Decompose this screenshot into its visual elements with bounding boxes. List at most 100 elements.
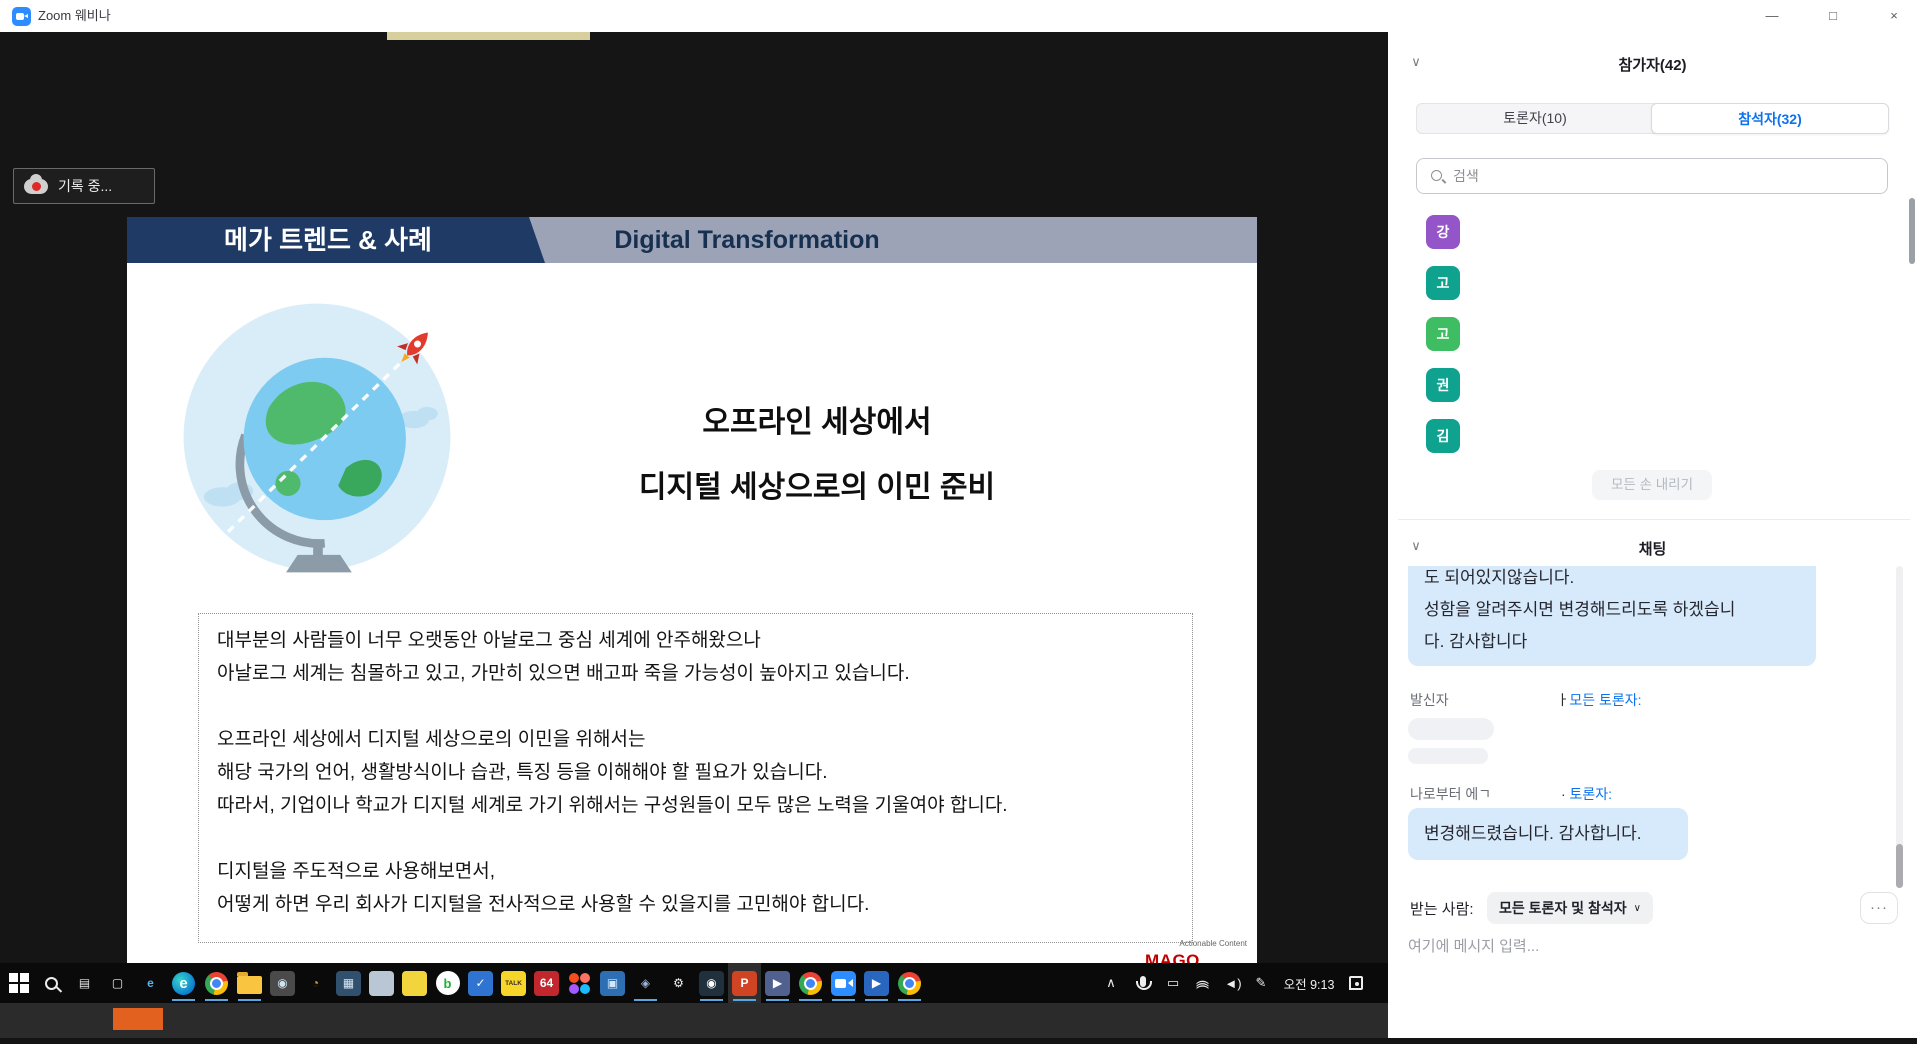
calculator-button[interactable]: ▦ xyxy=(332,963,365,1003)
participants-tabs: 토론자(10) 참석자(32) xyxy=(1416,103,1888,134)
task-view-icon: ▤ xyxy=(72,971,97,996)
chrome-app-button[interactable] xyxy=(794,963,827,1003)
slide-body-line: 아날로그 세계는 침몰하고 있고, 가만히 있으면 배고파 죽을 가능성이 높아… xyxy=(217,657,1174,690)
band-app-icon: b xyxy=(436,971,460,995)
chat-recipient-link[interactable]: 토론자: xyxy=(1570,786,1613,802)
band-app-button[interactable]: b xyxy=(431,963,464,1003)
calculator-icon: ▦ xyxy=(336,971,361,996)
participant-row[interactable]: 고 xyxy=(1426,261,1886,305)
participant-avatar: 권 xyxy=(1426,368,1460,402)
figma-button[interactable] xyxy=(563,963,596,1003)
chat-scrollbar-track[interactable] xyxy=(1896,566,1903,888)
alarm-app-button[interactable]: ◔ xyxy=(299,963,332,1003)
tab-panelists[interactable]: 토론자(10) xyxy=(1417,104,1653,133)
display-tray-icon[interactable]: ▭ xyxy=(1160,963,1186,1003)
slide-body-line: 따라서, 기업이나 학교가 디지털 세계로 가기 위해서는 구성원들이 모두 많… xyxy=(217,789,1174,822)
chat-recipient-link[interactable]: 모든 토론자: xyxy=(1569,692,1641,708)
photos-app-button[interactable]: ▣ xyxy=(596,963,629,1003)
virtualbox-button[interactable]: ◈ xyxy=(629,963,662,1003)
internet-explorer-icon: e xyxy=(138,971,163,996)
compose-to-label: 받는 사람: xyxy=(1410,898,1474,919)
slide-body-line: 해당 국가의 언어, 생활방식이나 습관, 특징 등을 이해해야 할 필요가 있… xyxy=(217,756,1174,789)
maximize-button[interactable]: □ xyxy=(1810,0,1856,32)
movies-tv-icon: ▶ xyxy=(864,971,889,996)
search-button[interactable] xyxy=(35,963,68,1003)
participant-row[interactable]: 권 xyxy=(1426,363,1886,407)
wifi-tray-icon[interactable]: ((( xyxy=(1190,963,1216,1003)
chat-message-input[interactable] xyxy=(1408,932,1828,960)
slide-body-line xyxy=(217,822,1174,855)
chart-app-button[interactable]: ✓ xyxy=(464,963,497,1003)
notes-app-button[interactable] xyxy=(365,963,398,1003)
speaker-tray-icon[interactable]: ◄) xyxy=(1220,963,1246,1003)
movies-tv-button[interactable]: ▶ xyxy=(860,963,893,1003)
kakaotalk-button[interactable]: TALK xyxy=(497,963,530,1003)
sticky-notes-icon xyxy=(402,971,427,996)
store-button[interactable]: ▢ xyxy=(101,963,134,1003)
participant-row[interactable]: 고 xyxy=(1426,312,1886,356)
slide-body-line xyxy=(217,690,1174,723)
powerpoint-button[interactable]: P xyxy=(728,963,761,1003)
file-explorer-icon xyxy=(237,976,262,994)
virtualbox-icon: ◈ xyxy=(633,971,658,996)
tray-hidden-icons-button[interactable]: ∧ xyxy=(1098,963,1124,1003)
window-titlebar: Zoom 웨비나 — □ × xyxy=(0,0,1917,32)
microphone-tray-icon[interactable] xyxy=(1130,963,1156,1003)
minimize-button[interactable]: — xyxy=(1749,0,1795,32)
search-icon xyxy=(1431,170,1442,181)
clock-tray[interactable]: 오전 9:13 xyxy=(1278,963,1340,1003)
camera-app-button[interactable]: ◉ xyxy=(266,963,299,1003)
task-view-button[interactable]: ▤ xyxy=(68,963,101,1003)
participant-row[interactable]: 김 xyxy=(1426,414,1886,458)
chat-meta-separator: · xyxy=(1561,786,1566,802)
chat-sender-label: 발신자 xyxy=(1410,692,1449,708)
chat-message-list: 도 되어있지않습니다. 성함을 알려주시면 변경해드리도록 하겠습니 다. 감사… xyxy=(1406,566,1830,896)
chat-message-text: 성함을 알려주시면 변경해드리도록 하겠습니 xyxy=(1424,594,1800,626)
redacted-message-blob xyxy=(1408,748,1488,764)
chat-message-text: 다. 감사합니다 xyxy=(1424,626,1800,658)
slide-body-line: 디지털을 주도적으로 사용해보면서, xyxy=(217,855,1174,888)
tab-attendees[interactable]: 참석자(32) xyxy=(1651,103,1889,134)
recipient-dropdown[interactable]: 모든 토론자 및 참석자 ∨ xyxy=(1487,892,1653,924)
sticky-notes-button[interactable] xyxy=(398,963,431,1003)
slide-header-right-title: Digital Transformation xyxy=(577,217,917,263)
window-bottom-edge xyxy=(0,1038,1917,1044)
chat-panel-title: 채팅 xyxy=(1388,538,1917,559)
slide-body-line: 어떻게 하면 우리 회사가 디지털을 전사적으로 사용할 수 있을지를 고민해야… xyxy=(217,888,1174,921)
chrome-profile-button[interactable] xyxy=(893,963,926,1003)
chevron-down-icon: ∨ xyxy=(1634,903,1641,914)
start-button[interactable] xyxy=(2,963,35,1003)
participant-search-input[interactable] xyxy=(1453,160,1873,192)
camera-app-icon: ◉ xyxy=(270,971,295,996)
maps-app-button[interactable]: ◉ xyxy=(695,963,728,1003)
close-button[interactable]: × xyxy=(1871,0,1917,32)
chat-more-button[interactable]: ··· xyxy=(1860,892,1898,924)
edge-button[interactable]: e xyxy=(167,963,200,1003)
lower-all-hands-button[interactable]: 모든 손 내리기 xyxy=(1592,470,1712,500)
chat-scrollbar-thumb[interactable] xyxy=(1896,844,1903,888)
settings-button[interactable]: ⚙ xyxy=(662,963,695,1003)
zoom-app-button[interactable] xyxy=(827,963,860,1003)
photos-app-icon: ▣ xyxy=(600,971,625,996)
slide-body-line: 대부분의 사람들이 너무 오랫동안 아날로그 중심 세계에 안주해왔으나 xyxy=(217,624,1174,657)
video-editor-icon: ▶ xyxy=(765,971,790,996)
file-explorer-button[interactable] xyxy=(233,963,266,1003)
redacted-message-blob xyxy=(1408,718,1494,740)
settings-icon: ⚙ xyxy=(666,971,691,996)
participant-avatar: 김 xyxy=(1426,419,1460,453)
maps-app-icon: ◉ xyxy=(699,971,724,996)
background-window-fragment xyxy=(113,1008,163,1030)
recording-indicator: 기록 중... xyxy=(13,168,155,204)
figma-icon xyxy=(569,973,590,994)
action-center-icon[interactable] xyxy=(1342,963,1370,1003)
pen-tray-icon[interactable]: ✎ xyxy=(1248,963,1274,1003)
participants-scrollbar-thumb[interactable] xyxy=(1909,198,1915,264)
recording-label: 기록 중... xyxy=(58,176,112,196)
participant-row[interactable]: 강 xyxy=(1426,210,1886,254)
video-editor-button[interactable]: ▶ xyxy=(761,963,794,1003)
app-64-button[interactable]: 64 xyxy=(530,963,563,1003)
chrome-button[interactable] xyxy=(200,963,233,1003)
search-icon xyxy=(45,977,58,990)
slide-footer-caption: Actionable Content xyxy=(1057,939,1247,948)
internet-explorer-button[interactable]: e xyxy=(134,963,167,1003)
